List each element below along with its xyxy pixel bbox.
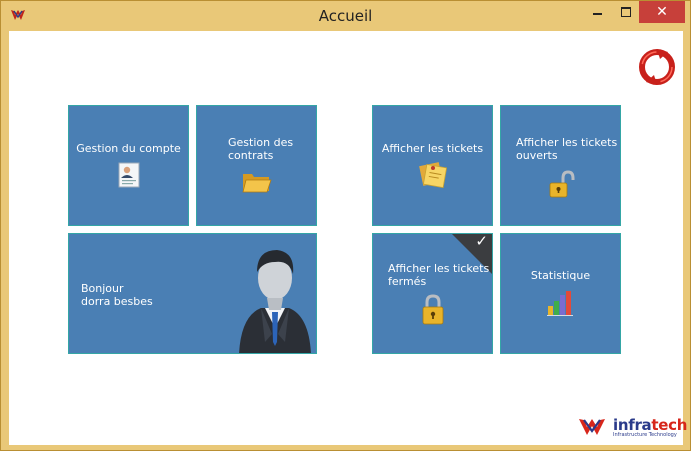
tile-show-tickets[interactable]: Afficher les tickets (372, 105, 493, 226)
checkmark-icon: ✓ (475, 233, 488, 250)
tile-open-tickets[interactable]: Afficher les tickets ouverts (500, 105, 621, 226)
tile-label-line1: Afficher les tickets (388, 262, 490, 275)
user-avatar-icon (239, 250, 311, 353)
folder-icon (242, 174, 272, 193)
logo-tagline: Infrastructure Technology (613, 432, 677, 438)
minimize-button[interactable] (587, 1, 609, 23)
tile-contract-management[interactable]: Gestion des contrats (196, 105, 317, 226)
sticky-notes-icon (419, 162, 448, 188)
main-content: Gestion du compte Gestion des contrats B… (9, 31, 687, 445)
tile-label-line2: ouverts (516, 149, 558, 162)
tile-label: Afficher les tickets (381, 142, 484, 155)
tile-label: Gestion du compte (76, 142, 181, 155)
tile-label: Statistique (530, 269, 591, 282)
tile-label-line1: Gestion des (228, 136, 294, 149)
close-button[interactable]: ✕ (639, 1, 685, 23)
tile-closed-tickets[interactable]: ✓ Afficher les tickets fermés (372, 233, 493, 354)
infratech-logo: infratech Infrastructure Technology (578, 415, 687, 443)
unlocked-padlock-icon (549, 170, 575, 198)
logo-mark-icon (579, 419, 605, 435)
user-card-icon (118, 162, 140, 188)
title-bar[interactable]: Accueil ✕ (1, 1, 690, 31)
greeting-text: Bonjour (81, 282, 124, 295)
tile-account-management[interactable]: Gestion du compte (68, 105, 189, 226)
tile-label-line1: Afficher les tickets (516, 136, 618, 149)
maximize-button[interactable] (615, 1, 637, 23)
app-window: Accueil ✕ Gestion du compte Gestion des … (0, 0, 691, 451)
locked-padlock-icon (422, 294, 444, 325)
tile-label-line2: fermés (388, 275, 427, 288)
tile-greeting[interactable]: Bonjour dorra besbes (68, 233, 317, 354)
tile-statistics[interactable]: Statistique (500, 233, 621, 354)
refresh-icon[interactable] (638, 45, 676, 89)
tile-label-line2: contrats (228, 149, 274, 162)
username-text: dorra besbes (81, 295, 153, 308)
bar-chart-icon (547, 291, 573, 316)
